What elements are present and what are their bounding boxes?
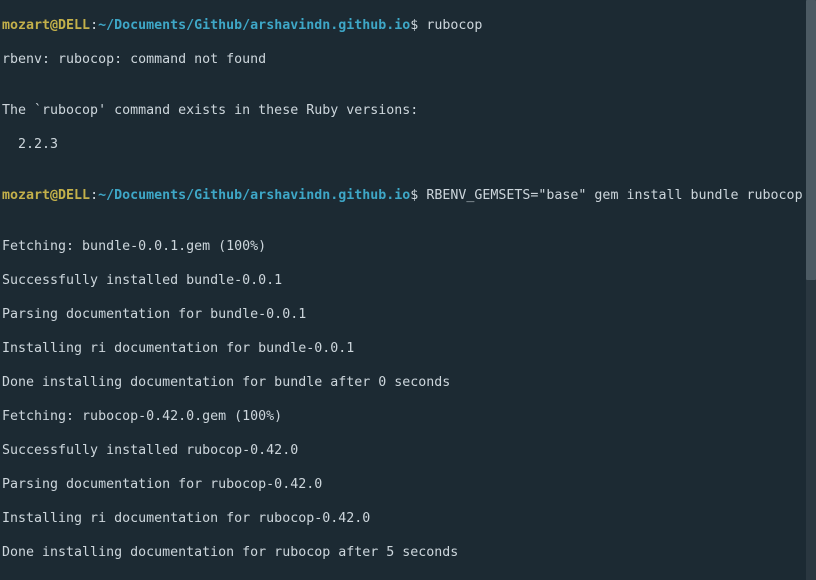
user-host: mozart@DELL xyxy=(2,18,90,33)
command-text: rubocop xyxy=(418,18,482,33)
user-host: mozart@DELL xyxy=(2,188,90,203)
output-line: 2.2.3 xyxy=(2,136,804,153)
output-line: Successfully installed rubocop-0.42.0 xyxy=(2,442,804,459)
cwd-path: ~/Documents/Github/arshavindn.github.io xyxy=(98,18,410,33)
prompt-line: mozart@DELL:~/Documents/Github/arshavind… xyxy=(2,187,804,204)
output-line: rbenv: rubocop: command not found xyxy=(2,51,804,68)
output-line: The `rubocop' command exists in these Ru… xyxy=(2,102,804,119)
output-line: Parsing documentation for bundle-0.0.1 xyxy=(2,306,804,323)
output-line: Done installing documentation for ruboco… xyxy=(2,544,804,561)
scrollbar-track[interactable] xyxy=(806,0,816,580)
terminal-window[interactable]: mozart@DELL:~/Documents/Github/arshavind… xyxy=(0,0,806,580)
output-line: Done installing documentation for bundle… xyxy=(2,374,804,391)
cwd-path: ~/Documents/Github/arshavindn.github.io xyxy=(98,188,410,203)
scrollbar-thumb[interactable] xyxy=(806,0,816,280)
output-line: Fetching: bundle-0.0.1.gem (100%) xyxy=(2,238,804,255)
output-line: Parsing documentation for rubocop-0.42.0 xyxy=(2,476,804,493)
colon: : xyxy=(90,188,98,203)
output-line: Fetching: rubocop-0.42.0.gem (100%) xyxy=(2,408,804,425)
prompt-line: mozart@DELL:~/Documents/Github/arshavind… xyxy=(2,17,804,34)
output-line: Successfully installed bundle-0.0.1 xyxy=(2,272,804,289)
command-text: RBENV_GEMSETS="base" gem install bundle … xyxy=(418,188,802,203)
output-line: Installing ri documentation for bundle-0… xyxy=(2,340,804,357)
colon: : xyxy=(90,18,98,33)
output-line: Installing ri documentation for rubocop-… xyxy=(2,510,804,527)
